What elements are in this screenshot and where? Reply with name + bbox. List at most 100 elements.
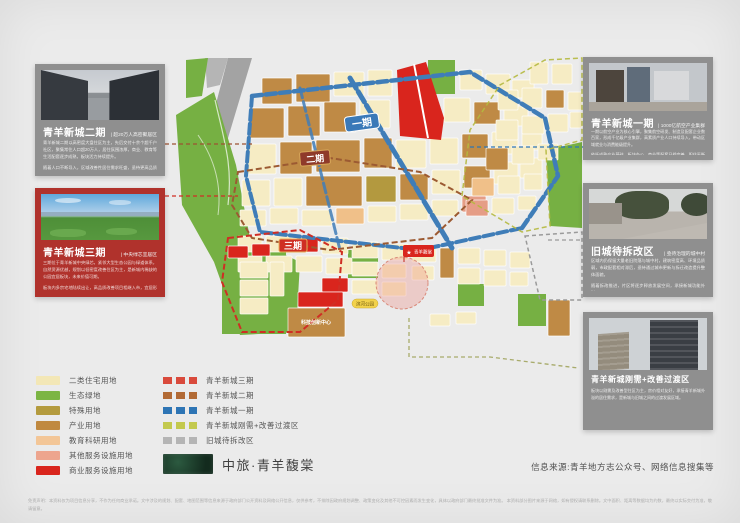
- legend-label: 青羊新城二期: [206, 390, 254, 401]
- legend-color-swatch: [36, 436, 60, 445]
- phase2-badge: 二期: [299, 150, 330, 167]
- legend-row: 青羊新城二期: [163, 388, 299, 403]
- map-parcel: [568, 92, 582, 110]
- project-star-icon: ★: [406, 250, 411, 257]
- map-parcel: [458, 268, 480, 284]
- panel-phase1-body: 一期以航空产业为核心引擎，聚集航空研发、制造及配套企业数百家，形成千亿级产业集群…: [591, 129, 705, 155]
- map-green-patch: [518, 294, 546, 326]
- legend-dash-swatch: [163, 392, 197, 399]
- svg-text:二期: 二期: [306, 152, 325, 165]
- map-parcel: [288, 106, 320, 136]
- map-parcel: [430, 314, 450, 326]
- map-parcel: [486, 148, 508, 170]
- map-parcel: [548, 114, 568, 132]
- innovation-center-label: 科技创新中心: [300, 319, 331, 326]
- panel-oldtown-body: 区域内仍保留大量老旧院落与城中村，建筑密度高、环境品质弱，市政配套相对滞后，亟待…: [591, 258, 705, 291]
- legend-label: 教育科研用地: [69, 435, 117, 446]
- project-radius-highlight: [376, 257, 428, 309]
- legend-color-swatch: [36, 391, 60, 400]
- photo-phase3-park: [41, 194, 159, 240]
- legend-row: 青羊新城一期: [163, 403, 299, 418]
- legend-color-swatch: [36, 421, 60, 430]
- legend-land-use: 二类住宅用地生态绿地特殊用地产业用地教育科研用地其他服务设施用地商业服务设施用地: [36, 373, 133, 478]
- legend-label: 青羊新城刚需+改善过渡区: [206, 420, 299, 431]
- map-parcel: [240, 280, 268, 296]
- map-parcel: [250, 108, 284, 138]
- map-parcel: [530, 62, 548, 84]
- legend-color-swatch: [36, 451, 60, 460]
- map-parcel: [432, 170, 460, 194]
- photo-phase1-offices: [589, 63, 707, 111]
- panel-phase2-title: 青羊新城二期: [43, 124, 106, 139]
- infographic-page: 科技创新中心 滨河公园 ★ 青羊馥棠 一期 二期 三期: [0, 0, 740, 523]
- map-parcel: [336, 208, 364, 224]
- map-parcel: [228, 246, 248, 258]
- map-green-patch: [458, 284, 484, 306]
- map-parcel: [462, 134, 488, 158]
- map-parcel: [524, 174, 542, 190]
- photo-transition-towers: [589, 318, 707, 370]
- map-parcel: [298, 292, 343, 307]
- panel-phase2-subtitle: | 超20万人高密聚居区: [111, 131, 157, 138]
- map-parcel: [458, 248, 480, 264]
- legend-row: 教育科研用地: [36, 433, 133, 448]
- legend-dash-swatch: [163, 377, 197, 384]
- map-parcel: [444, 98, 470, 122]
- panel-phase2-body: 青羊新城二期以高密度大盘住区为主，先后交付十余个超千户社区，聚集常住人口超20万…: [43, 140, 157, 170]
- panel-transition-body: 板块以刚需及改善型住区为主，房价相对友好，承接青羊新城外溢的居住需求，是新城与旧…: [591, 388, 705, 424]
- legend-label: 青羊新城一期: [206, 405, 254, 416]
- map-parcel: [352, 262, 378, 276]
- map-parcel: [496, 120, 518, 140]
- park-badge-label: 滨河公园: [356, 301, 374, 308]
- map-parcel: [484, 250, 506, 266]
- map-parcel: [492, 198, 514, 214]
- panel-phase2: 青羊新城二期 | 超20万人高密聚居区 青羊新城二期以高密度大盘住区为主，先后交…: [35, 64, 165, 176]
- map-parcel: [326, 258, 352, 274]
- legend-row: 生态绿地: [36, 388, 133, 403]
- map-parcel: [240, 298, 268, 314]
- map-parcel: [456, 312, 476, 324]
- photo-oldtown-street: [589, 189, 707, 239]
- map-parcel: [352, 280, 378, 294]
- legend-label: 生态绿地: [69, 390, 101, 401]
- legend-row: 二类住宅用地: [36, 373, 133, 388]
- panel-phase1-subtitle: | 1000亿航空产业集群: [658, 122, 705, 129]
- map-parcel: [512, 146, 534, 164]
- legend-label: 二类住宅用地: [69, 375, 117, 386]
- source-note: 信息来源:青羊地方志公众号、网络信息搜集等: [531, 461, 714, 473]
- panel-phase3-body: 三期位于青羊新城中央绿芯，紧邻大型生态公园与绿道体系，自然资源优越，规划以低密度…: [43, 260, 157, 291]
- map-parcel: [368, 206, 396, 222]
- legend-row: 商业服务设施用地: [36, 463, 133, 478]
- legend-label: 特殊用地: [69, 405, 101, 416]
- legend-dash-swatch: [163, 422, 197, 429]
- legend-color-swatch: [36, 466, 60, 475]
- legend-row: 特殊用地: [36, 403, 133, 418]
- svg-text:三期: 三期: [284, 240, 302, 251]
- map-green-top-strip: [186, 58, 208, 98]
- map-parcel: [498, 176, 520, 194]
- map-parcel: [274, 178, 302, 206]
- map-parcel: [270, 208, 298, 224]
- panel-phase3-title: 青羊新城三期: [43, 244, 106, 259]
- map-parcel: [322, 278, 348, 292]
- panel-transition-title: 青羊新城刚需+改善过渡区: [591, 374, 690, 385]
- legend-color-swatch: [36, 406, 60, 415]
- map-parcel: [366, 176, 396, 202]
- panel-oldtown-subtitle: | 亟待治理的城中村: [664, 250, 705, 257]
- map-parcel: [472, 178, 494, 196]
- map-parcel: [306, 176, 362, 206]
- map-parcel: [432, 200, 458, 216]
- panel-oldtown: 旧城待拆改区 | 亟待治理的城中村 区域内仍保留大量老旧院落与城中村，建筑密度高…: [583, 183, 713, 297]
- legend-label: 旧城待拆改区: [206, 435, 254, 446]
- map-parcel: [430, 138, 458, 164]
- map-parcel: [484, 270, 506, 286]
- map-oldtown-boundary: [525, 232, 582, 300]
- footer-line1: 免责声明：本资料仅为项目信息分享，不作为任何商业承诺。文中涉及的规划、配套、地图…: [28, 498, 506, 503]
- legend-row: 其他服务设施用地: [36, 448, 133, 463]
- legend-dash-swatch: [163, 407, 197, 414]
- panel-phase1-title: 青羊新城一期: [591, 115, 654, 130]
- map-parcel: [252, 244, 270, 256]
- legend-dash-swatch: [163, 437, 197, 444]
- project-flag-label: 青羊馥棠: [414, 249, 432, 256]
- map-parcel: [510, 252, 530, 268]
